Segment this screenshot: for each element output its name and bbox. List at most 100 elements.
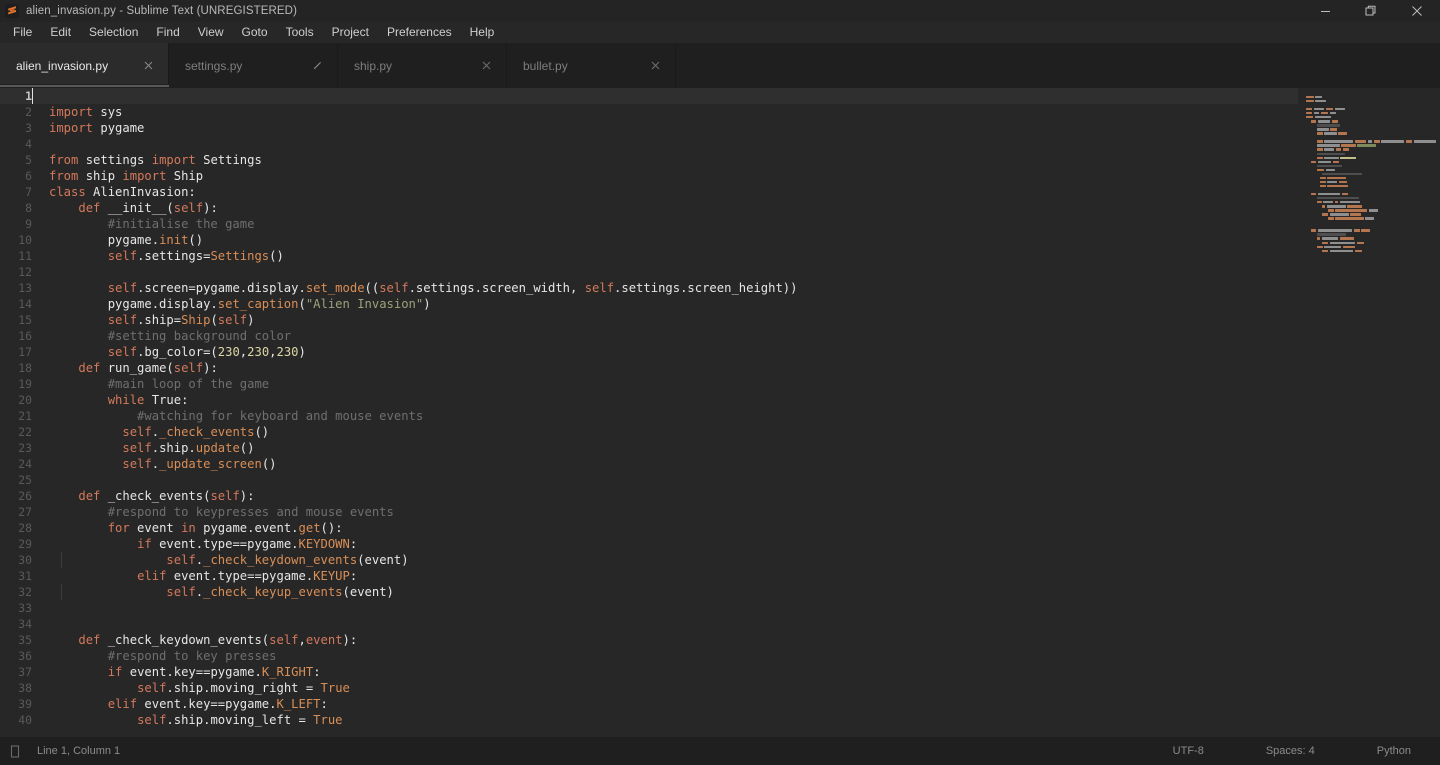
line-number: 22 <box>18 425 32 439</box>
code-line[interactable]: 40 self.ship.moving_left = True <box>0 712 1298 728</box>
code-line[interactable]: 26 def _check_events(self): <box>0 488 1298 504</box>
code-line[interactable]: 38 self.ship.moving_right = True <box>0 680 1298 696</box>
code-line[interactable]: 27 #respond to keypresses and mouse even… <box>0 504 1298 520</box>
code-line[interactable]: 10 pygame.init() <box>0 232 1298 248</box>
close-icon[interactable] <box>142 60 154 72</box>
code-line[interactable]: 24 self._update_screen() <box>0 456 1298 472</box>
code-line[interactable]: 13 self.screen=pygame.display.set_mode((… <box>0 280 1298 296</box>
code-line[interactable]: 1 <box>0 88 1298 104</box>
minimap-token <box>1406 140 1413 143</box>
code-line[interactable]: 2 import sys <box>0 104 1298 120</box>
code-line[interactable]: 33 <box>0 600 1298 616</box>
code-line[interactable]: 32 self._check_keyup_events(event) <box>0 584 1298 600</box>
cursor-position[interactable]: Line 1, Column 1 <box>37 745 120 757</box>
code-token: while <box>107 393 145 407</box>
syntax-status[interactable]: Python <box>1377 745 1411 757</box>
code-line[interactable]: 31 elif event.type==pygame.KEYUP: <box>0 568 1298 584</box>
tab-settings[interactable]: settings.py <box>169 43 338 88</box>
pencil-modified-icon[interactable] <box>311 60 323 72</box>
menu-edit[interactable]: Edit <box>41 23 80 42</box>
code-line[interactable]: 14 pygame.display.set_caption("Alien Inv… <box>0 296 1298 312</box>
minimap-token <box>1341 144 1356 147</box>
code-text: #setting background color <box>32 328 1298 344</box>
code-line[interactable]: 12 <box>0 264 1298 280</box>
code-line[interactable]: 35 def _check_keydown_events(self,event)… <box>0 632 1298 648</box>
minimap-token <box>1311 160 1317 163</box>
code-line[interactable]: 20 while True: <box>0 392 1298 408</box>
code-token: event.key==pygame. <box>137 697 277 711</box>
minimap-token <box>1316 164 1343 168</box>
minimap-token <box>1320 112 1329 115</box>
menu-view[interactable]: View <box>189 23 233 42</box>
minimap-token <box>1315 95 1322 99</box>
code-line[interactable]: 37 if event.key==pygame.K_RIGHT: <box>0 664 1298 680</box>
minimap-token <box>1314 116 1332 119</box>
code-line[interactable]: 22 self._check_events() <box>0 424 1298 440</box>
minimize-button[interactable] <box>1302 0 1348 22</box>
code-token: set_caption <box>217 297 299 311</box>
code-line[interactable]: 21 #watching for keyboard and mouse even… <box>0 408 1298 424</box>
code-minimap[interactable] <box>1298 88 1440 737</box>
minimap-token <box>1340 156 1356 159</box>
close-button[interactable] <box>1394 0 1440 22</box>
code-line[interactable]: 6 from ship import Ship <box>0 168 1298 184</box>
menu-goto[interactable]: Goto <box>233 23 277 42</box>
code-text: def run_game(self): <box>32 360 1298 376</box>
code-line[interactable]: 9 #initialise the game <box>0 216 1298 232</box>
code-line[interactable]: 25 <box>0 472 1298 488</box>
minimap-token <box>1313 112 1320 115</box>
code-line[interactable]: 39 elif event.key==pygame.K_LEFT: <box>0 696 1298 712</box>
encoding-status[interactable]: UTF-8 <box>1173 745 1204 757</box>
code-line[interactable]: 19 #main loop of the game <box>0 376 1298 392</box>
code-line[interactable]: 4 <box>0 136 1298 152</box>
line-number: 4 <box>25 137 32 151</box>
menu-file[interactable]: File <box>4 23 41 42</box>
code-token: event.key==pygame. <box>122 665 262 679</box>
tab-alien-invasion[interactable]: alien_invasion.py <box>0 43 169 88</box>
code-token: . <box>151 457 160 471</box>
code-token: _check_keyup_events <box>203 585 343 599</box>
code-line[interactable]: 29 if event.type==pygame.KEYDOWN: <box>0 536 1298 552</box>
code-line[interactable]: 36 #respond to key presses <box>0 648 1298 664</box>
menu-tools[interactable]: Tools <box>277 23 323 42</box>
code-line[interactable]: 28 for event in pygame.event.get(): <box>0 520 1298 536</box>
code-line[interactable]: 5 from settings import Settings <box>0 152 1298 168</box>
code-line[interactable]: 34 <box>0 616 1298 632</box>
code-line[interactable]: 17 self.bg_color=(230,230,230) <box>0 344 1298 360</box>
git-branch-icon[interactable] <box>9 744 21 758</box>
tab-ship[interactable]: ship.py <box>338 43 507 88</box>
code-line[interactable]: 30 self._check_keydown_events(event) <box>0 552 1298 568</box>
menu-help[interactable]: Help <box>461 23 504 42</box>
code-line[interactable]: 11 self.settings=Settings() <box>0 248 1298 264</box>
code-line[interactable]: 23 self.ship.update() <box>0 440 1298 456</box>
code-token: _check_events <box>159 425 255 439</box>
close-icon[interactable] <box>480 60 492 72</box>
code-line[interactable]: 15 self.ship=Ship(self) <box>0 312 1298 328</box>
tab-label: settings.py <box>185 58 243 73</box>
code-token: self <box>122 425 152 439</box>
minimap-token <box>1317 160 1332 163</box>
close-icon[interactable] <box>649 60 661 72</box>
code-token: import <box>151 153 196 167</box>
code-token: pygame.event. <box>195 521 299 535</box>
code-line[interactable]: 7 class AlienInvasion: <box>0 184 1298 200</box>
menu-project[interactable]: Project <box>323 23 378 42</box>
code-token: pygame.display. <box>49 297 218 311</box>
menu-find[interactable]: Find <box>147 23 188 42</box>
code-line[interactable]: 16 #setting background color <box>0 328 1298 344</box>
code-editor[interactable]: 1 2 import sys 3 import pygame 4 5 from setting… <box>0 88 1298 737</box>
code-line[interactable]: 18 def run_game(self): <box>0 360 1298 376</box>
restore-button[interactable] <box>1348 0 1394 22</box>
menu-selection[interactable]: Selection <box>80 23 147 42</box>
indentation-status[interactable]: Spaces: 4 <box>1266 745 1315 757</box>
menu-preferences[interactable]: Preferences <box>378 23 461 42</box>
code-line[interactable]: 8 def __init__(self): <box>0 200 1298 216</box>
code-line[interactable]: 3 import pygame <box>0 120 1298 136</box>
code-token: self <box>584 281 615 295</box>
code-token: , <box>269 345 277 359</box>
tab-bullet[interactable]: bullet.py <box>507 43 676 88</box>
